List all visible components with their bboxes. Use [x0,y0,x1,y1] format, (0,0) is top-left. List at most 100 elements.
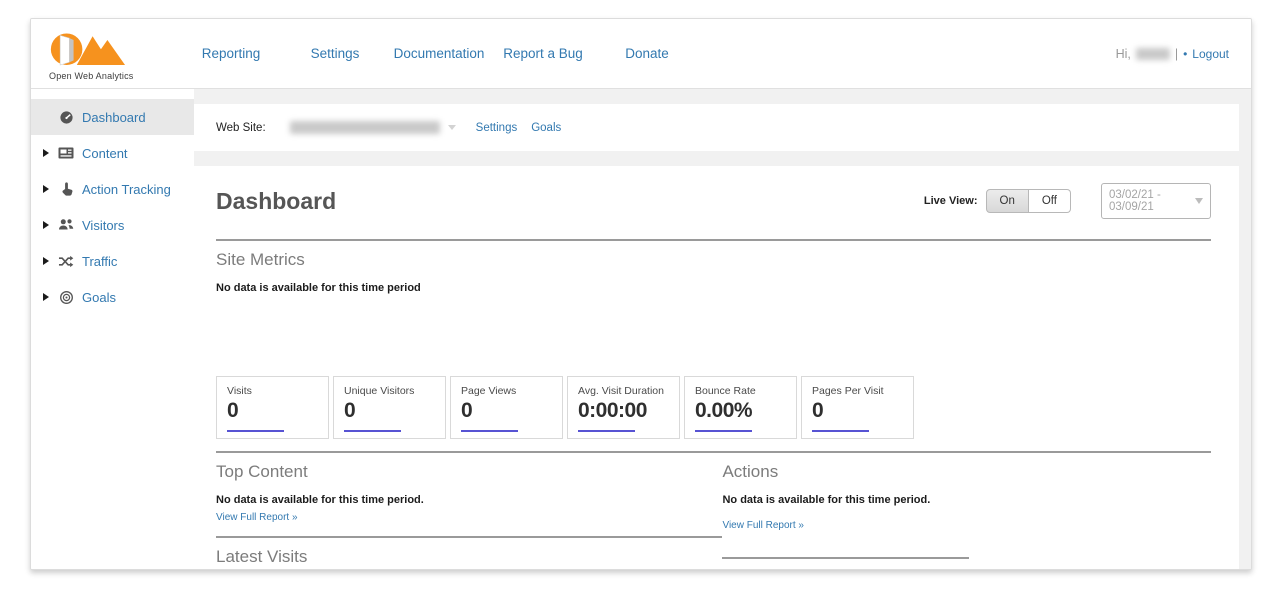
sidebar-item-goals[interactable]: Goals [31,279,194,315]
metric-value: 0 [227,399,324,423]
user-area: Hi, | • Logout [1116,47,1229,61]
page-title: Dashboard [216,188,336,215]
hand-pointer-icon [57,181,75,197]
user-separator: | [1175,47,1178,61]
left-column: Top Content No data is available for thi… [216,451,722,569]
sparkline [344,430,401,432]
chart-placeholder [216,294,1211,376]
divider [216,536,722,538]
live-view-on-button[interactable]: On [986,189,1029,213]
sidebar-item-content[interactable]: Content [31,135,194,171]
divider [216,239,1211,241]
sidebar-item-dashboard[interactable]: Dashboard [31,99,194,135]
metrics-summary-row: Visits 0 Unique Visitors 0 Page Views 0 [216,376,1211,439]
actions-view-full-report-link[interactable]: View Full Report » [722,520,804,531]
site-metrics-empty-message: No data is available for this time perio… [216,282,1211,294]
site-settings-link[interactable]: Settings [476,122,518,134]
body-row: Dashboard Content [31,89,1251,569]
logout-link[interactable]: Logout [1192,47,1229,61]
visitor-types-title: Visitor Types [722,568,1211,569]
metric-label: Unique Visitors [344,385,441,397]
sidebar-item-action-tracking[interactable]: Action Tracking [31,171,194,207]
date-range-value: 03/02/21 - 03/09/21 [1109,189,1195,213]
metric-card-page-views: Page Views 0 [450,376,563,439]
sidebar: Dashboard Content [31,89,194,569]
metric-label: Bounce Rate [695,385,792,397]
metric-value: 0.00% [695,399,792,423]
nav-report-a-bug[interactable]: Report a Bug [491,46,595,61]
metric-label: Avg. Visit Duration [578,385,675,397]
metric-card-unique-visitors: Unique Visitors 0 [333,376,446,439]
right-column: Actions No data is available for this ti… [722,451,1211,569]
main-content: Web Site: Settings Goals Dashboard Live … [194,89,1251,569]
panel-header: Dashboard Live View: On Off 03/02/21 - 0… [216,183,1211,219]
sidebar-item-visitors[interactable]: Visitors [31,207,194,243]
actions-empty-message: No data is available for this time perio… [722,494,1211,506]
actions-title: Actions [722,462,1211,482]
newspaper-icon [57,145,75,161]
expand-caret-icon[interactable] [43,257,57,265]
nav-donate[interactable]: Donate [595,46,699,61]
sidebar-label: Goals [82,290,116,305]
panel-header-controls: Live View: On Off 03/02/21 - 03/09/21 [924,183,1211,219]
sparkline [812,430,869,432]
metric-label: Pages Per Visit [812,385,909,397]
sidebar-item-traffic[interactable]: Traffic [31,243,194,279]
metric-card-visits: Visits 0 [216,376,329,439]
sparkline [227,430,284,432]
app-window: Open Web Analytics Reporting Settings Do… [30,18,1252,570]
redacted-site-name-select[interactable] [290,121,440,134]
expand-caret-icon[interactable] [43,293,57,301]
divider [216,451,722,453]
redacted-username [1136,48,1170,60]
metric-value: 0:00:00 [578,399,675,423]
report-columns: Top Content No data is available for thi… [216,451,1211,569]
top-header: Open Web Analytics Reporting Settings Do… [31,19,1251,89]
chevron-down-icon [1195,198,1203,204]
logout-bullet-icon: • [1183,47,1187,61]
live-view-label: Live View: [924,195,978,207]
sidebar-label: Dashboard [82,110,146,125]
users-icon [57,217,75,233]
user-greeting: Hi, [1116,47,1131,61]
sidebar-label: Visitors [82,218,124,233]
expand-caret-icon[interactable] [43,185,57,193]
web-site-label: Web Site: [216,122,266,134]
dashboard-panel: Dashboard Live View: On Off 03/02/21 - 0… [194,166,1239,569]
metric-card-bounce-rate: Bounce Rate 0.00% [684,376,797,439]
metric-label: Visits [227,385,324,397]
metric-card-pages-per-visit: Pages Per Visit 0 [801,376,914,439]
site-links: Settings Goals [476,122,562,134]
shuffle-icon [57,253,75,269]
metric-card-avg-visit-duration: Avg. Visit Duration 0:00:00 [567,376,680,439]
expand-caret-icon[interactable] [43,221,57,229]
sidebar-label: Action Tracking [82,182,171,197]
metric-value: 0 [344,399,441,423]
sidebar-label: Content [82,146,128,161]
date-range-select[interactable]: 03/02/21 - 03/09/21 [1101,183,1211,219]
top-nav: Reporting Settings Documentation Report … [179,46,699,61]
gauge-icon [57,109,75,125]
owa-logo: Open Web Analytics [49,26,171,81]
metric-value: 0 [812,399,909,423]
top-content-title: Top Content [216,462,722,482]
site-selector-bar: Web Site: Settings Goals [194,104,1239,151]
site-metrics-title: Site Metrics [216,250,1211,270]
divider [722,557,969,559]
site-select-caret-icon[interactable] [448,125,456,130]
nav-documentation[interactable]: Documentation [387,46,491,61]
expand-caret-icon[interactable] [43,149,57,157]
live-view-off-button[interactable]: Off [1029,189,1071,213]
brand-name: Open Web Analytics [49,71,171,81]
site-goals-link[interactable]: Goals [531,122,561,134]
top-content-empty-message: No data is available for this time perio… [216,494,722,506]
metric-value: 0 [461,399,558,423]
nav-settings[interactable]: Settings [283,46,387,61]
sparkline [461,430,518,432]
bullseye-icon [57,289,75,305]
owa-logo-icon [49,26,171,71]
nav-reporting[interactable]: Reporting [179,46,283,61]
sparkline [578,430,635,432]
top-content-view-full-report-link[interactable]: View Full Report » [216,512,298,523]
metric-label: Page Views [461,385,558,397]
